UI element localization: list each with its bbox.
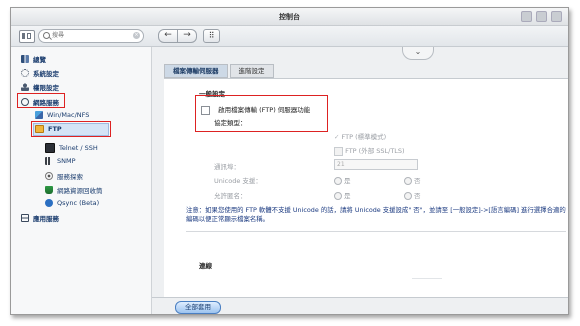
settings-panel: 一般設定 啟用檔案傳輸 (FTP) 伺服器功能 協定類型： ✓ FTP (標準模… xyxy=(164,78,568,298)
divider xyxy=(186,231,566,232)
discovery-icon xyxy=(45,172,53,180)
ftp-ssl-row: FTP (外部 SSL/TLS) xyxy=(334,145,405,156)
recycle-bin-icon xyxy=(45,186,53,194)
sidebar-toggle-icon[interactable] xyxy=(19,30,35,43)
ftp-standard-check-icon[interactable]: ✓ xyxy=(334,133,339,141)
unicode-no-radio[interactable] xyxy=(404,177,412,185)
footer-bar: 全部套用 xyxy=(152,297,568,314)
applications-icon xyxy=(21,214,29,222)
ftp-standard-row: ✓ FTP (標準模式) xyxy=(334,133,387,141)
search-box[interactable]: × xyxy=(38,29,144,43)
qsync-icon xyxy=(45,199,53,207)
tab-bar: 檔案傳輸伺服器 進階設定 xyxy=(164,64,274,78)
overview-icon xyxy=(21,55,29,63)
title-bar: 控制台 xyxy=(11,8,568,26)
window-title: 控制台 xyxy=(279,13,300,21)
user-icon xyxy=(21,83,29,91)
minimize-icon[interactable] xyxy=(521,11,532,22)
terminal-icon xyxy=(45,143,55,153)
unicode-yes-option[interactable]: 是 xyxy=(334,175,351,185)
collapse-chevron-icon[interactable]: ⌄ xyxy=(402,47,434,60)
toolbar: × ← → ⠿ xyxy=(11,26,568,47)
connection-title: 連線 xyxy=(199,262,212,270)
gear-icon xyxy=(21,69,29,77)
anonymous-yes-radio[interactable] xyxy=(334,192,342,200)
anonymous-label: 允許匿名： xyxy=(214,192,247,200)
ftp-ssl-checkbox[interactable] xyxy=(334,146,343,156)
main-content: ⌄ 檔案傳輸伺服器 進階設定 一般設定 啟用檔案傳輸 (FTP) 伺服器功能 協… xyxy=(152,47,568,314)
back-button[interactable]: ← xyxy=(158,29,178,43)
app-grid-button[interactable]: ⠿ xyxy=(203,29,220,43)
tab-ftp-server[interactable]: 檔案傳輸伺服器 xyxy=(164,64,228,78)
network-share-icon xyxy=(35,111,43,119)
search-icon xyxy=(43,32,50,39)
sidebar-item-system-settings[interactable]: 系統設定 xyxy=(21,68,59,78)
close-icon[interactable] xyxy=(551,11,562,22)
window-controls xyxy=(521,11,562,22)
sidebar-item-win-mac-nfs[interactable]: Win/Mac/NFS xyxy=(35,111,89,119)
clear-search-icon[interactable]: × xyxy=(133,32,140,39)
sidebar-item-applications[interactable]: 應用服務 xyxy=(21,213,59,223)
sidebar-item-privilege[interactable]: 權限設定 xyxy=(21,82,59,92)
sidebar-item-telnet-ssh[interactable]: Telnet / SSH xyxy=(45,143,98,153)
bar-chart-icon xyxy=(45,157,53,165)
anonymous-yes-option[interactable]: 是 xyxy=(334,190,351,200)
tab-advanced-settings[interactable]: 進階設定 xyxy=(229,64,274,78)
unicode-no-option[interactable]: 否 xyxy=(404,175,421,185)
unicode-yes-radio[interactable] xyxy=(334,177,342,185)
highlight-box-enable-ftp xyxy=(195,95,328,132)
anonymous-no-radio[interactable] xyxy=(404,192,412,200)
sidebar-item-snmp[interactable]: SNMP xyxy=(45,157,76,165)
sidebar: 總覽 系統設定 權限設定 網路服務 Win/Mac/NFS FTP Telnet… xyxy=(11,47,152,314)
unicode-note: 注意：如果您使用的 FTP 軟體不支援 Unicode 的話，請將 Unicod… xyxy=(186,206,566,223)
highlight-box-network-services xyxy=(17,93,65,108)
sidebar-item-service-discovery[interactable]: 服務探索 xyxy=(45,171,83,181)
control-panel-window: 控制台 × ← → ⠿ 總覽 系統設定 權限設定 xyxy=(10,7,569,315)
port-input[interactable]: 21 xyxy=(334,159,418,170)
highlight-box-ftp xyxy=(31,121,111,137)
divider xyxy=(412,278,442,279)
maximize-icon[interactable] xyxy=(536,11,547,22)
sidebar-item-overview[interactable]: 總覽 xyxy=(21,54,46,64)
port-label: 通訊埠： xyxy=(214,163,240,171)
history-nav: ← → xyxy=(158,29,197,43)
sidebar-item-recycle-bin[interactable]: 網路資源回收筒 xyxy=(45,185,103,195)
sidebar-item-qsync[interactable]: Qsync (Beta) xyxy=(45,199,99,207)
apply-all-button[interactable]: 全部套用 xyxy=(175,301,221,314)
forward-button[interactable]: → xyxy=(178,29,197,43)
search-input[interactable] xyxy=(52,30,132,41)
unicode-label: Unicode 支援： xyxy=(214,177,262,185)
anonymous-no-option[interactable]: 否 xyxy=(404,190,421,200)
